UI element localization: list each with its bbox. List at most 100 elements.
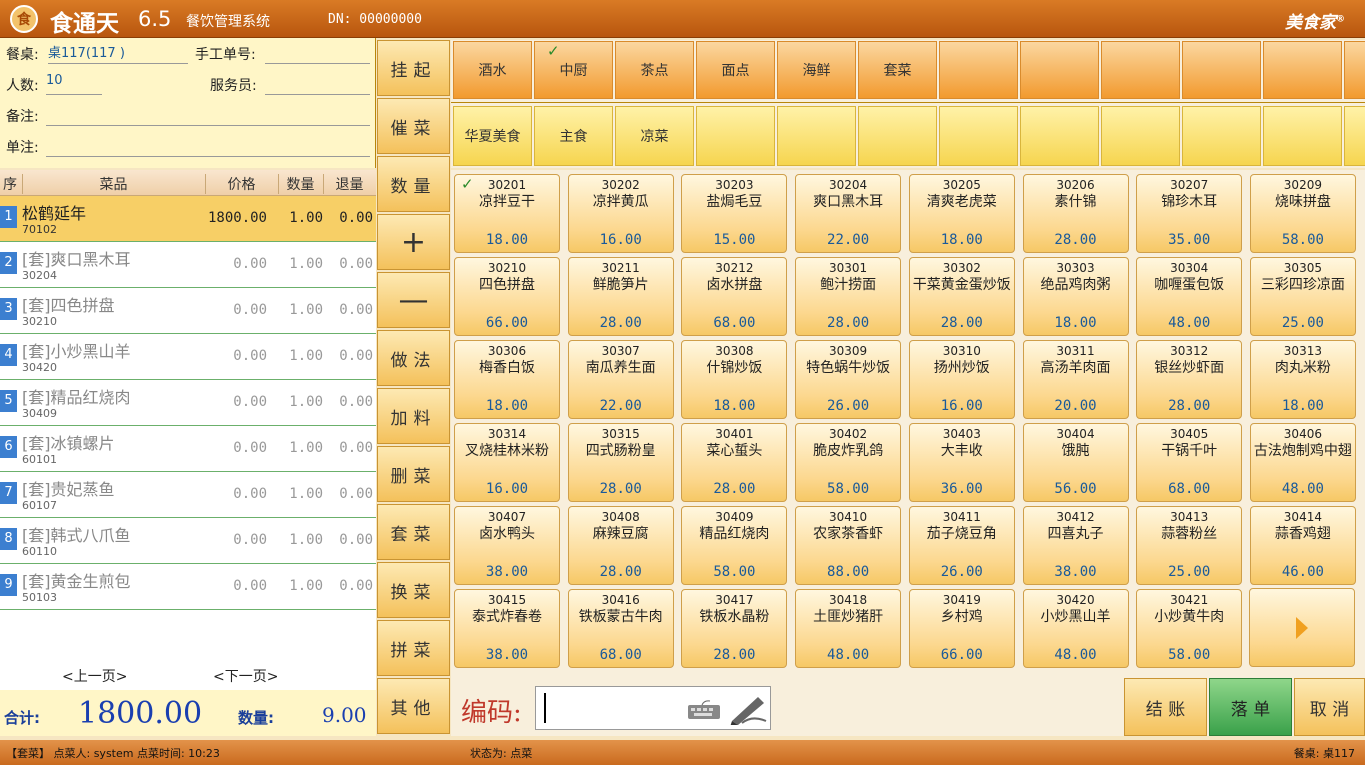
side-button-12[interactable]: 其他 — [377, 678, 450, 734]
dish-button[interactable]: 30421 小炒黄牛肉 58.00 — [1136, 589, 1243, 668]
dish-button[interactable]: 30206 素什锦 28.00 — [1022, 174, 1129, 253]
prev-page-button[interactable]: <上一页> — [62, 666, 127, 686]
subcategory-tab-5[interactable] — [777, 106, 856, 166]
subcategory-tab-1[interactable]: 华夏美食 — [453, 106, 532, 166]
subcategory-tab-7[interactable] — [939, 106, 1018, 166]
side-button-6[interactable]: 做法 — [377, 330, 450, 386]
subcategory-tab-10[interactable] — [1182, 106, 1261, 166]
dish-button[interactable]: 30205 清爽老虎菜 18.00 — [908, 174, 1015, 253]
side-button-9[interactable]: 套菜 — [377, 504, 450, 560]
table-row[interactable]: 2 [套]爽口黑木耳 30204 0.00 1.00 0.00 — [0, 242, 376, 288]
category-tab-8[interactable] — [1020, 41, 1099, 99]
side-button-8[interactable]: 删菜 — [377, 446, 450, 502]
side-button-5[interactable]: — — [377, 272, 450, 328]
next-page-button[interactable]: <下一页> — [213, 666, 278, 686]
category-tab-11[interactable] — [1263, 41, 1342, 99]
dish-button[interactable]: 30406 古法炮制鸡中翅 48.00 — [1249, 423, 1356, 502]
dish-button[interactable]: 30211 鲜脆笋片 28.00 — [567, 257, 674, 336]
manual-no-field[interactable] — [265, 42, 370, 64]
category-tab-4[interactable]: 面点 — [696, 41, 775, 99]
dish-button[interactable]: 30209 烧味拼盘 58.00 — [1249, 174, 1356, 253]
dish-button[interactable]: 30403 大丰收 36.00 — [908, 423, 1015, 502]
table-row[interactable]: 1 松鹤延年 70102 1800.00 1.00 0.00 — [0, 196, 376, 242]
table-row[interactable]: 8 [套]韩式八爪鱼 60110 0.00 1.00 0.00 — [0, 518, 376, 564]
dish-button[interactable]: 30418 土匪炒猪肝 48.00 — [795, 589, 902, 668]
people-field[interactable]: 10 — [46, 73, 102, 95]
dish-button[interactable]: 30304 咖喱蛋包饭 48.00 — [1136, 257, 1243, 336]
subcategory-tab-8[interactable] — [1020, 106, 1099, 166]
dish-button[interactable]: 30301 鲍汁捞面 28.00 — [795, 257, 902, 336]
next-dishes-button[interactable] — [1249, 588, 1355, 667]
remark-field[interactable] — [46, 104, 370, 126]
table-row[interactable]: 4 [套]小炒黑山羊 30420 0.00 1.00 0.00 — [0, 334, 376, 380]
dish-button[interactable]: 30311 高汤羊肉面 20.00 — [1022, 340, 1129, 419]
cancel-button[interactable]: 取 消 — [1294, 678, 1365, 736]
dish-button[interactable]: 30308 什锦炒饭 18.00 — [681, 340, 788, 419]
dish-button[interactable]: 30314 叉烧桂林米粉 16.00 — [454, 423, 560, 502]
category-tab-10[interactable] — [1182, 41, 1261, 99]
dish-button[interactable]: 30412 四喜丸子 38.00 — [1022, 506, 1129, 585]
dish-button[interactable]: 30309 特色蜗牛炒饭 26.00 — [795, 340, 902, 419]
dish-button[interactable]: 30410 农家茶香虾 88.00 — [795, 506, 902, 585]
order-note-field[interactable] — [46, 135, 370, 157]
checkout-button[interactable]: 结 账 — [1124, 678, 1207, 736]
waiter-field[interactable] — [265, 73, 370, 95]
keyboard-icon[interactable] — [686, 699, 722, 721]
dish-button[interactable]: 30204 爽口黑木耳 22.00 — [795, 174, 902, 253]
subcategory-tab-11[interactable] — [1263, 106, 1342, 166]
side-button-3[interactable]: 数量 — [377, 156, 450, 212]
subcategory-tab-4[interactable] — [696, 106, 775, 166]
dish-button[interactable]: 30315 四式肠粉皇 28.00 — [567, 423, 674, 502]
dish-button[interactable]: 30302 干菜黄金蛋炒饭 28.00 — [908, 257, 1015, 336]
dish-button[interactable]: 30312 银丝炒虾面 28.00 — [1136, 340, 1243, 419]
dish-button[interactable]: 30402 脆皮炸乳鸽 58.00 — [795, 423, 902, 502]
dish-button[interactable]: 30411 茄子烧豆角 26.00 — [908, 506, 1015, 585]
pen-icon[interactable] — [728, 693, 768, 725]
category-tab-9[interactable] — [1101, 41, 1180, 99]
subcategory-tab-2[interactable]: 主食 — [534, 106, 613, 166]
side-button-10[interactable]: 换菜 — [377, 562, 450, 618]
dish-button[interactable]: 30310 扬州炒饭 16.00 — [908, 340, 1015, 419]
category-tab-7[interactable] — [939, 41, 1018, 99]
subcategory-tab-9[interactable] — [1101, 106, 1180, 166]
dish-button[interactable]: 30202 凉拌黄瓜 16.00 — [567, 174, 674, 253]
side-button-11[interactable]: 拼菜 — [377, 620, 450, 676]
dish-button[interactable]: 30307 南瓜养生面 22.00 — [567, 340, 674, 419]
dish-button[interactable]: 30210 四色拼盘 66.00 — [454, 257, 560, 336]
dish-button[interactable]: 30313 肉丸米粉 18.00 — [1249, 340, 1356, 419]
category-tab-12[interactable] — [1344, 41, 1365, 99]
dish-button[interactable]: 30414 蒜香鸡翅 46.00 — [1249, 506, 1356, 585]
code-input[interactable] — [544, 693, 674, 723]
dish-button[interactable]: 30416 铁板蒙古牛肉 68.00 — [567, 589, 674, 668]
dish-button[interactable]: 30306 梅香白饭 18.00 — [454, 340, 560, 419]
table-row[interactable]: 5 [套]精品红烧肉 30409 0.00 1.00 0.00 — [0, 380, 376, 426]
subcategory-tab-12[interactable] — [1344, 106, 1365, 166]
table-row[interactable]: 9 [套]黄金生煎包 50103 0.00 1.00 0.00 — [0, 564, 376, 610]
dish-button[interactable]: 30212 卤水拼盘 68.00 — [681, 257, 788, 336]
side-button-2[interactable]: 催菜 — [377, 98, 450, 154]
dish-button[interactable]: 30420 小炒黑山羊 48.00 — [1022, 589, 1129, 668]
dish-button[interactable]: 30203 盐焗毛豆 15.00 — [681, 174, 788, 253]
table-row[interactable]: 7 [套]贵妃蒸鱼 60107 0.00 1.00 0.00 — [0, 472, 376, 518]
side-button-4[interactable]: + — [377, 214, 450, 270]
dish-button[interactable]: 30401 菜心蜇头 28.00 — [681, 423, 788, 502]
dish-button[interactable]: 30417 铁板水晶粉 28.00 — [681, 589, 788, 668]
subcategory-tab-3[interactable]: 凉菜 — [615, 106, 694, 166]
dish-button[interactable]: ✓ 30201 凉拌豆干 18.00 — [454, 174, 560, 253]
side-button-7[interactable]: 加料 — [377, 388, 450, 444]
category-tab-6[interactable]: 套菜 — [858, 41, 937, 99]
dish-button[interactable]: 30405 干锅千叶 68.00 — [1136, 423, 1243, 502]
dish-button[interactable]: 30305 三彩四珍凉面 25.00 — [1249, 257, 1356, 336]
submit-order-button[interactable]: 落 单 — [1209, 678, 1292, 736]
dish-button[interactable]: 30207 锦珍木耳 35.00 — [1136, 174, 1243, 253]
dish-button[interactable]: 30415 泰式炸春卷 38.00 — [454, 589, 560, 668]
category-tab-5[interactable]: 海鲜 — [777, 41, 856, 99]
table-row[interactable]: 6 [套]冰镇螺片 60101 0.00 1.00 0.00 — [0, 426, 376, 472]
dish-button[interactable]: 30413 蒜蓉粉丝 25.00 — [1136, 506, 1243, 585]
dish-button[interactable]: 30409 精品红烧肉 58.00 — [681, 506, 788, 585]
dish-button[interactable]: 30419 乡村鸡 66.00 — [908, 589, 1015, 668]
category-tab-1[interactable]: 酒水 — [453, 41, 532, 99]
category-tab-2[interactable]: 中厨 ✓ — [534, 41, 613, 99]
dish-button[interactable]: 30408 麻辣豆腐 28.00 — [567, 506, 674, 585]
dish-button[interactable]: 30303 绝品鸡肉粥 18.00 — [1022, 257, 1129, 336]
